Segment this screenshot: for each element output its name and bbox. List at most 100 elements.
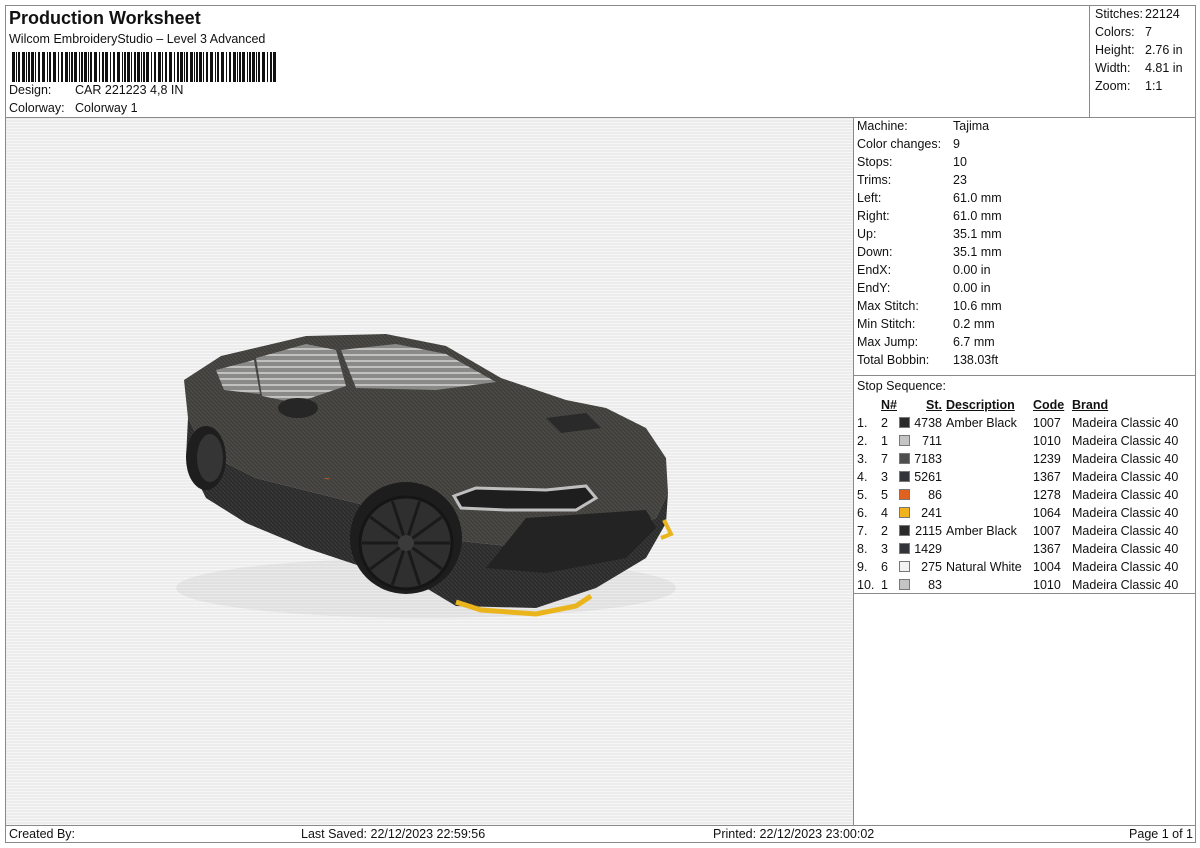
stop-code: 1367 [1033, 542, 1061, 556]
barcode-bar [217, 52, 219, 82]
stop-idx: 1. [857, 416, 868, 430]
barcode-bar [16, 52, 17, 82]
summary-colors: Colors: 7 [1095, 25, 1152, 39]
barcode-bar [215, 52, 216, 82]
embroidery-preview: ~ [6, 118, 854, 826]
barcode-bar [88, 52, 89, 82]
barcode-bar [31, 52, 34, 82]
col-description: Description [946, 398, 1015, 412]
stop-description [946, 486, 1033, 504]
barcode-bar [90, 52, 92, 82]
barcode-bar [206, 52, 208, 82]
stop-st: 711 [922, 434, 942, 448]
stop-sequence: Stop Sequence: N# St. Description Code B… [854, 376, 1196, 594]
machine-row: EndX: 0.00 in [857, 263, 991, 277]
colorway-label: Colorway: [9, 101, 65, 115]
barcode-bar [169, 52, 172, 82]
stop-st: 7183 [914, 452, 942, 466]
barcode-bar [69, 52, 70, 82]
thread-swatch-cell [899, 558, 914, 576]
col-st: St. [926, 398, 942, 412]
car-headlight [451, 484, 599, 512]
machine-label: EndX: [857, 263, 892, 277]
col-n: N# [881, 398, 897, 412]
thread-swatch-cell [899, 486, 914, 504]
stop-idx: 6. [857, 506, 868, 520]
thread-swatch-cell [899, 468, 914, 486]
machine-label: Left: [857, 191, 882, 205]
machine-value: 0.2 mm [953, 317, 995, 331]
machine-row: Max Jump: 6.7 mm [857, 335, 995, 349]
barcode-bar [38, 52, 40, 82]
barcode-bar [267, 52, 268, 82]
machine-value: 61.0 mm [953, 209, 1002, 223]
stop-idx: 5. [857, 488, 868, 502]
stop-st: 83 [928, 578, 942, 592]
barcode-bar [258, 52, 260, 82]
barcode-bar [81, 52, 83, 82]
stop-code: 1367 [1033, 470, 1061, 484]
machine-row: Down: 35.1 mm [857, 245, 1002, 259]
barcode-bar [131, 52, 132, 82]
design-summary: Stitches: 22124 Colors: 7 Height: 2.76 in W… [1090, 6, 1196, 118]
stop-description [946, 504, 1033, 522]
barcode-bar [194, 52, 195, 82]
machine-value: 9 [953, 137, 960, 151]
barcode-bar [61, 52, 63, 82]
printed-date: Printed: 22/12/2023 23:00:02 [713, 827, 875, 841]
car-embroidery-image: ~ [176, 328, 676, 618]
machine-label: Trims: [857, 173, 892, 187]
machine-label: Total Bobbin: [857, 353, 930, 367]
stop-n: 1 [881, 434, 888, 448]
machine-value: 61.0 mm [953, 191, 1002, 205]
barcode-bar [49, 52, 51, 82]
stop-code: 1278 [1033, 488, 1061, 502]
machine-value: 10.6 mm [953, 299, 1002, 313]
machine-label: Up: [857, 227, 877, 241]
barcode-bar [28, 52, 30, 82]
stop-row: 10. 1 83 1010 Madeira Classic 40 [854, 576, 1192, 594]
barcode-bar [233, 52, 236, 82]
page-title: Production Worksheet [9, 8, 201, 28]
thread-swatch-cell [899, 432, 914, 450]
stop-n: 1 [881, 578, 888, 592]
stop-n: 7 [881, 452, 888, 466]
machine-row: EndY: 0.00 in [857, 281, 991, 295]
last-saved: Last Saved: 22/12/2023 22:59:56 [301, 827, 486, 841]
barcode-bar [58, 52, 59, 82]
barcode-bar [110, 52, 111, 82]
thread-swatch-cell [899, 414, 914, 432]
barcode-bar [252, 52, 255, 82]
stop-row: 6. 4 241 1064 Madeira Classic 40 [854, 504, 1192, 522]
barcode-bar [143, 52, 145, 82]
barcode-bar [117, 52, 120, 82]
stop-row: 7. 2 2115 Amber Black 1007 Madeira Classic 40 [854, 522, 1192, 540]
barcode-bar [113, 52, 115, 82]
barcode-bar [174, 52, 175, 82]
barcode-bar [26, 52, 27, 82]
stop-code: 1010 [1033, 578, 1061, 592]
stop-n: 2 [881, 524, 888, 538]
machine-row: Color changes: 9 [857, 137, 960, 151]
summary-zoom: Zoom: 1:1 [1095, 79, 1163, 93]
barcode-bar [165, 52, 167, 82]
barcode-bar [42, 52, 45, 82]
barcode-bar [256, 52, 257, 82]
stop-code: 1064 [1033, 506, 1061, 520]
barcode-bar [177, 52, 179, 82]
stop-description [946, 540, 1033, 558]
barcode-bar [239, 52, 241, 82]
barcode-bar [262, 52, 265, 82]
barcode-bar [47, 52, 48, 82]
thread-color-swatch [899, 435, 910, 446]
machine-label: Stops: [857, 155, 893, 169]
thread-color-swatch [899, 543, 910, 554]
machine-label: Machine: [857, 119, 908, 133]
software-subtitle: Wilcom EmbroideryStudio – Level 3 Advanc… [9, 32, 266, 46]
thread-color-swatch [899, 561, 910, 572]
stop-row: 2. 1 711 1010 Madeira Classic 40 [854, 432, 1192, 450]
machine-label: Down: [857, 245, 893, 259]
machine-label: Color changes: [857, 137, 942, 151]
machine-row: Total Bobbin: 138.03ft [857, 353, 998, 367]
stop-n: 4 [881, 506, 888, 520]
